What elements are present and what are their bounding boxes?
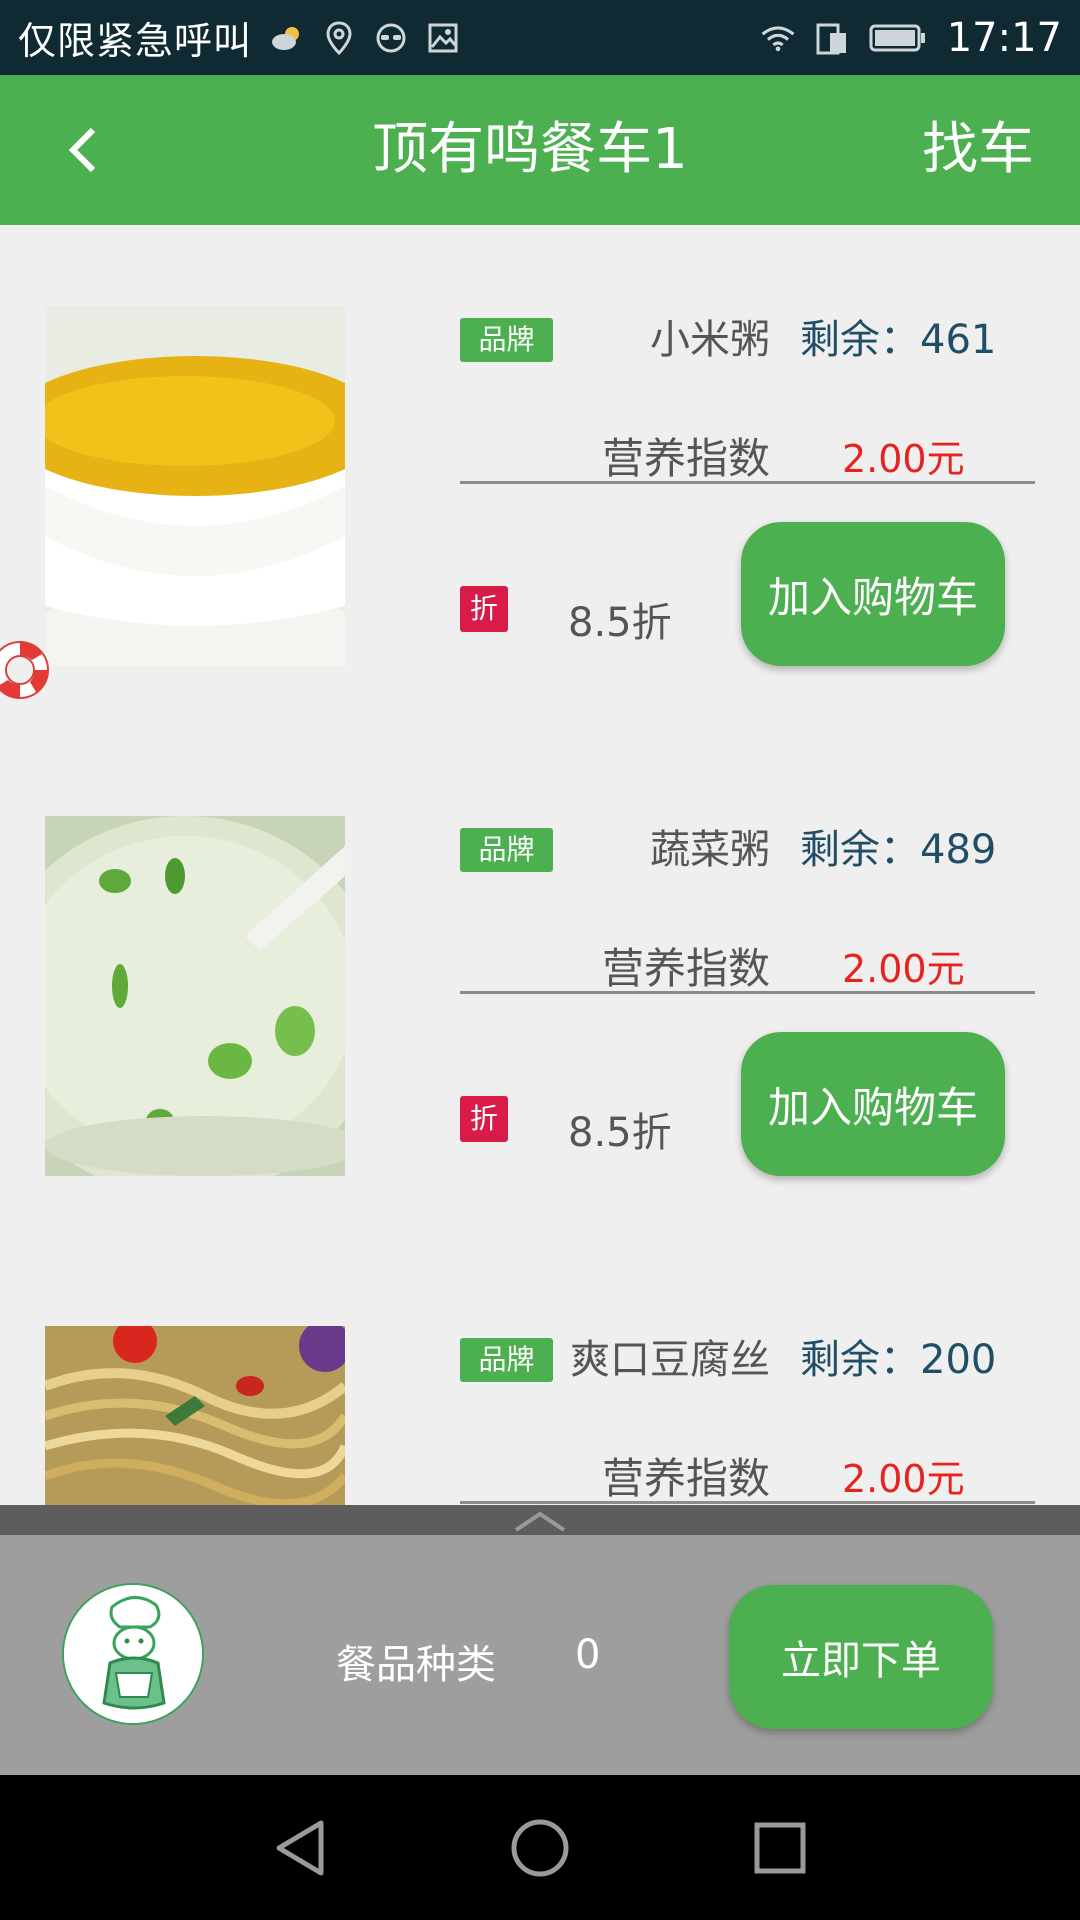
price: 2.00元 <box>842 1457 965 1501</box>
list-item: 品牌 爽口豆腐丝 剩余：200 营养指数 2.00元 <box>0 1245 1080 1505</box>
list-item: 品牌 小米粥 剩余：461 营养指数 2.00元 折 8.5折 加入购物车 <box>0 225 1080 735</box>
millet-porridge-image <box>45 306 345 666</box>
weather-cloud-icon <box>270 21 304 55</box>
product-list[interactable]: 品牌 小米粥 剩余：461 营养指数 2.00元 折 8.5折 加入购物车 品牌… <box>0 225 1080 1505</box>
dish-kind-count: 0 <box>575 1632 601 1678</box>
price: 2.00元 <box>842 437 965 481</box>
lifebuoy-float-icon[interactable] <box>0 620 62 720</box>
status-right: 17:17 <box>761 15 1062 61</box>
divider <box>460 481 1035 484</box>
discount-tag: 折 <box>460 1096 508 1142</box>
nav-recents-icon[interactable] <box>720 1775 840 1920</box>
brand-tag: 品牌 <box>460 1338 553 1382</box>
battery-icon <box>869 21 927 55</box>
stock-remaining: 剩余：200 <box>800 1337 997 1383</box>
chef-avatar[interactable] <box>62 1583 204 1725</box>
dish-name: 蔬菜粥 <box>650 827 770 873</box>
add-to-cart-button[interactable]: 加入购物车 <box>741 1032 1005 1176</box>
nav-home-icon[interactable] <box>480 1775 600 1920</box>
carrier-text: 仅限紧急呼叫 <box>18 19 253 63</box>
nutrition-label: 营养指数 <box>602 434 771 483</box>
brand-tag: 品牌 <box>460 318 553 362</box>
discount-tag: 折 <box>460 586 508 632</box>
page-title: 顶有鸣餐车1 <box>372 117 688 182</box>
image-icon <box>426 21 460 55</box>
location-pin-icon <box>322 20 356 55</box>
clock-time: 17:17 <box>946 14 1062 61</box>
stock-remaining: 剩余：489 <box>800 827 997 873</box>
status-bar: 仅限紧急呼叫 17:17 <box>0 0 1080 75</box>
dish-name: 爽口豆腐丝 <box>570 1337 770 1383</box>
dish-name: 小米粥 <box>650 317 770 363</box>
stock-remaining: 剩余：461 <box>800 317 997 363</box>
add-to-cart-button[interactable]: 加入购物车 <box>741 522 1005 666</box>
vegetable-porridge-image <box>45 816 345 1176</box>
tofu-strips-image <box>45 1326 345 1505</box>
nutrition-label: 营养指数 <box>602 1454 771 1503</box>
incognito-icon <box>374 21 408 55</box>
status-left: 仅限紧急呼叫 <box>18 10 460 65</box>
chevron-up-icon[interactable] <box>510 1508 570 1534</box>
place-order-button[interactable]: 立即下单 <box>729 1585 993 1729</box>
divider <box>460 991 1035 994</box>
system-nav-bar <box>0 1775 1080 1920</box>
brand-tag: 品牌 <box>460 828 553 872</box>
divider <box>460 1501 1035 1504</box>
price: 2.00元 <box>842 947 965 991</box>
find-car-button[interactable]: 找车 <box>922 75 1034 225</box>
list-item: 品牌 蔬菜粥 剩余：489 营养指数 2.00元 折 8.5折 加入购物车 <box>0 735 1080 1245</box>
discount-text: 8.5折 <box>568 1110 672 1156</box>
sim-icon <box>815 21 849 55</box>
nutrition-label: 营养指数 <box>602 944 771 993</box>
app-bar: 顶有鸣餐车1 找车 <box>0 75 1080 225</box>
wifi-icon <box>761 21 795 55</box>
nav-back-icon[interactable] <box>240 1775 360 1920</box>
dish-kind-label: 餐品种类 <box>336 1642 496 1688</box>
discount-text: 8.5折 <box>568 600 672 646</box>
cart-bar: 餐品种类 0 立即下单 <box>0 1535 1080 1775</box>
